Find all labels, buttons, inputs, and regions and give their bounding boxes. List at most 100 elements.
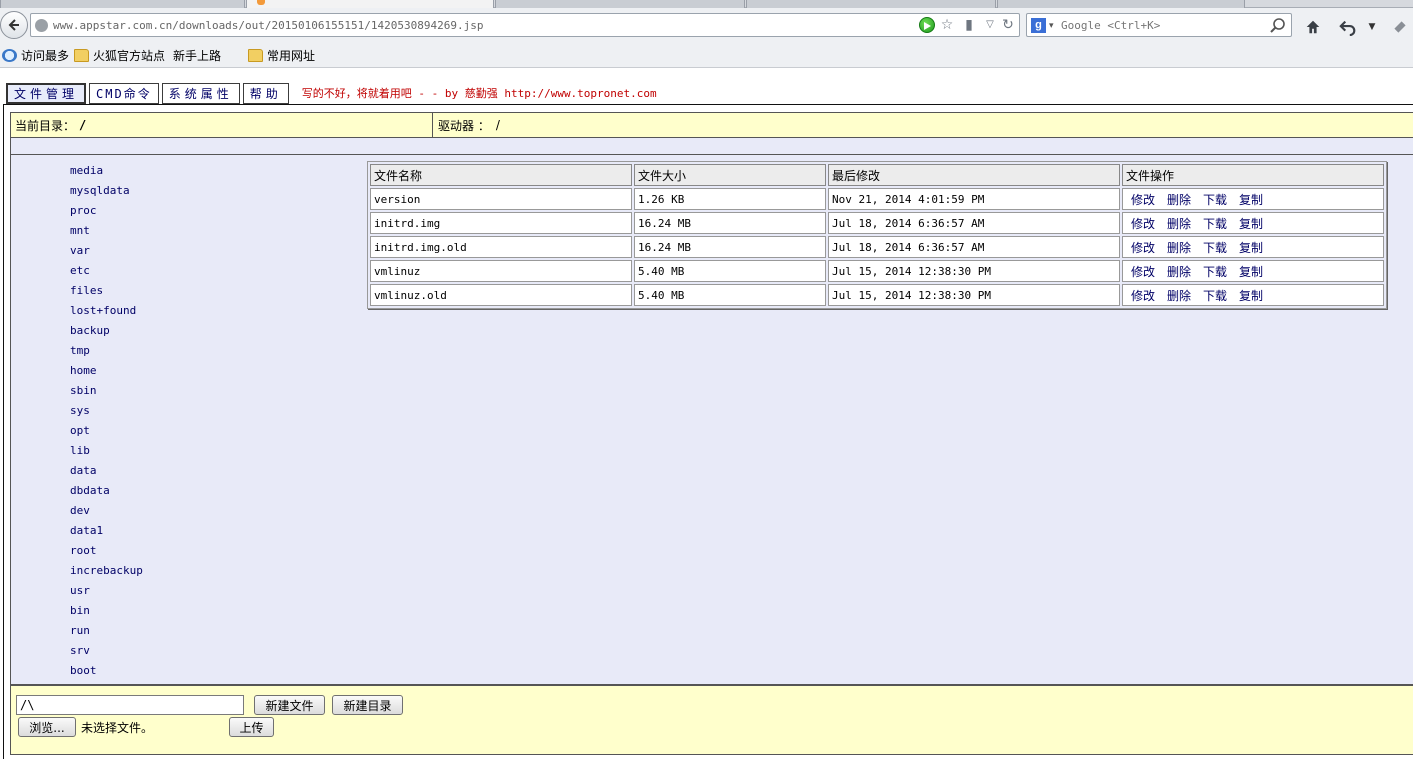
edit-link[interactable]: 修改 xyxy=(1131,289,1155,303)
search-bar[interactable]: g ▾ xyxy=(1026,13,1292,37)
browser-tab[interactable] xyxy=(495,0,745,8)
search-icon[interactable] xyxy=(1269,17,1287,35)
google-engine-icon[interactable]: g xyxy=(1031,18,1046,33)
new-directory-button[interactable]: 新建目录 xyxy=(332,695,403,715)
delete-link[interactable]: 删除 xyxy=(1167,241,1191,255)
url-bar[interactable]: ☆ ▮ ▽ ↻ xyxy=(30,13,1020,37)
edit-link[interactable]: 修改 xyxy=(1131,193,1155,207)
tree-item[interactable]: home xyxy=(70,363,143,383)
mobile-icon[interactable]: ▮ xyxy=(960,16,978,34)
menu-system-properties[interactable]: 系统属性 xyxy=(161,82,240,104)
bookmark-getting-started[interactable]: 新手上路 xyxy=(173,45,221,127)
copy-link[interactable]: 复制 xyxy=(1239,265,1263,279)
file-name-cell[interactable]: initrd.img xyxy=(370,212,632,234)
column-header-name: 文件名称 xyxy=(370,164,632,186)
menu-file-manager[interactable]: 文件管理 xyxy=(6,82,87,104)
addon-button[interactable] xyxy=(1390,17,1410,37)
browser-tab-strip xyxy=(0,0,1413,9)
table-row: initrd.img 16.24 MB Jul 18, 2014 6:36:57 A… xyxy=(370,212,1384,234)
bookmark-most-visited[interactable]: 访问最多 xyxy=(2,45,69,65)
tree-item[interactable]: files xyxy=(70,283,143,303)
tree-item[interactable]: dev xyxy=(70,503,143,523)
bookmark-firefox-site[interactable]: 火狐官方站点 xyxy=(74,45,165,65)
download-link[interactable]: 下载 xyxy=(1203,241,1227,255)
upload-button[interactable]: 上传 xyxy=(229,717,274,737)
target-path-input[interactable] xyxy=(16,695,244,715)
tree-item[interactable]: usr xyxy=(70,583,143,603)
file-list-panel: 文件名称 文件大小 最后修改 文件操作 version 1.26 KB Nov 21… xyxy=(361,154,1413,685)
copy-link[interactable]: 复制 xyxy=(1239,217,1263,231)
undo-dropdown-icon[interactable]: ▼ xyxy=(1362,17,1382,37)
download-link[interactable]: 下载 xyxy=(1203,217,1227,231)
addon-icon xyxy=(1394,21,1406,33)
edit-link[interactable]: 修改 xyxy=(1131,241,1155,255)
menu-cmd[interactable]: CMD命令 xyxy=(89,82,159,104)
browser-tab[interactable] xyxy=(997,0,1245,8)
go-icon[interactable] xyxy=(919,17,935,33)
home-button[interactable] xyxy=(1303,17,1323,37)
bookmark-star-icon[interactable]: ☆ xyxy=(938,16,956,34)
edit-link[interactable]: 修改 xyxy=(1131,217,1155,231)
table-header-row: 文件名称 文件大小 最后修改 文件操作 xyxy=(370,164,1384,186)
delete-link[interactable]: 删除 xyxy=(1167,265,1191,279)
edit-link[interactable]: 修改 xyxy=(1131,265,1155,279)
bookmark-label: 访问最多 xyxy=(21,48,70,63)
tree-item[interactable]: var xyxy=(70,243,143,263)
site-identity-icon[interactable] xyxy=(35,19,48,32)
file-name-cell[interactable]: vmlinuz.old xyxy=(370,284,632,306)
table-row: version 1.26 KB Nov 21, 2014 4:01:59 PM 修改删… xyxy=(370,188,1384,210)
tree-item[interactable]: increbackup xyxy=(70,563,143,583)
reload-icon[interactable]: ↻ xyxy=(999,16,1017,34)
file-name-cell[interactable]: version xyxy=(370,188,632,210)
download-link[interactable]: 下载 xyxy=(1203,289,1227,303)
tree-item[interactable]: mnt xyxy=(70,223,143,243)
file-modified-cell: Jul 15, 2014 12:38:30 PM xyxy=(828,260,1120,282)
tree-item[interactable]: tmp xyxy=(70,343,143,363)
tree-item[interactable]: mysqldata xyxy=(70,183,143,203)
tree-item[interactable]: proc xyxy=(70,203,143,223)
tree-item[interactable]: data xyxy=(70,463,143,483)
browse-button[interactable]: 浏览... xyxy=(18,717,76,737)
delete-link[interactable]: 删除 xyxy=(1167,289,1191,303)
tree-item[interactable]: srv xyxy=(70,643,143,663)
file-name-cell[interactable]: initrd.img.old xyxy=(370,236,632,258)
tree-item[interactable]: run xyxy=(70,623,143,643)
back-button[interactable] xyxy=(0,11,28,39)
tree-item[interactable]: lost+found xyxy=(70,303,143,323)
delete-link[interactable]: 删除 xyxy=(1167,193,1191,207)
file-name-cell[interactable]: vmlinuz xyxy=(370,260,632,282)
browser-tab[interactable] xyxy=(0,0,245,8)
tree-item[interactable]: sbin xyxy=(70,383,143,403)
search-input[interactable] xyxy=(1061,17,1261,34)
copy-link[interactable]: 复制 xyxy=(1239,241,1263,255)
tree-item[interactable]: lib xyxy=(70,443,143,463)
browser-tab[interactable] xyxy=(746,0,996,8)
file-modified-cell: Nov 21, 2014 4:01:59 PM xyxy=(828,188,1120,210)
delete-link[interactable]: 删除 xyxy=(1167,217,1191,231)
drive-link[interactable]: / xyxy=(496,118,500,132)
copy-link[interactable]: 复制 xyxy=(1239,289,1263,303)
tree-item[interactable]: backup xyxy=(70,323,143,343)
download-link[interactable]: 下载 xyxy=(1203,193,1227,207)
tree-item[interactable]: bin xyxy=(70,603,143,623)
tree-item[interactable]: root xyxy=(70,543,143,563)
menu-help[interactable]: 帮助 xyxy=(242,82,289,104)
bookmark-common-sites[interactable]: 常用网址 xyxy=(248,45,315,65)
page-content: 文件管理 CMD命令 系统属性 帮助 写的不好，将就着用吧 - - by 慈勤强… xyxy=(0,69,1413,762)
copy-link[interactable]: 复制 xyxy=(1239,193,1263,207)
download-link[interactable]: 下载 xyxy=(1203,265,1227,279)
tree-item[interactable]: boot xyxy=(70,663,143,683)
history-dropdown-icon[interactable]: ▽ xyxy=(981,16,999,34)
tree-item[interactable]: etc xyxy=(70,263,143,283)
url-input[interactable] xyxy=(53,17,913,34)
undo-button[interactable] xyxy=(1338,17,1358,37)
tree-item[interactable]: sys xyxy=(70,403,143,423)
directory-tree: media mysqldata proc mnt var etc files lost+fou… xyxy=(70,163,143,683)
engine-dropdown-icon[interactable]: ▾ xyxy=(1049,17,1054,35)
back-arrow-icon xyxy=(8,19,19,31)
tree-item[interactable]: data1 xyxy=(70,523,143,543)
tree-item[interactable]: media xyxy=(70,163,143,183)
tree-item[interactable]: opt xyxy=(70,423,143,443)
tree-item[interactable]: dbdata xyxy=(70,483,143,503)
new-file-button[interactable]: 新建文件 xyxy=(254,695,325,715)
